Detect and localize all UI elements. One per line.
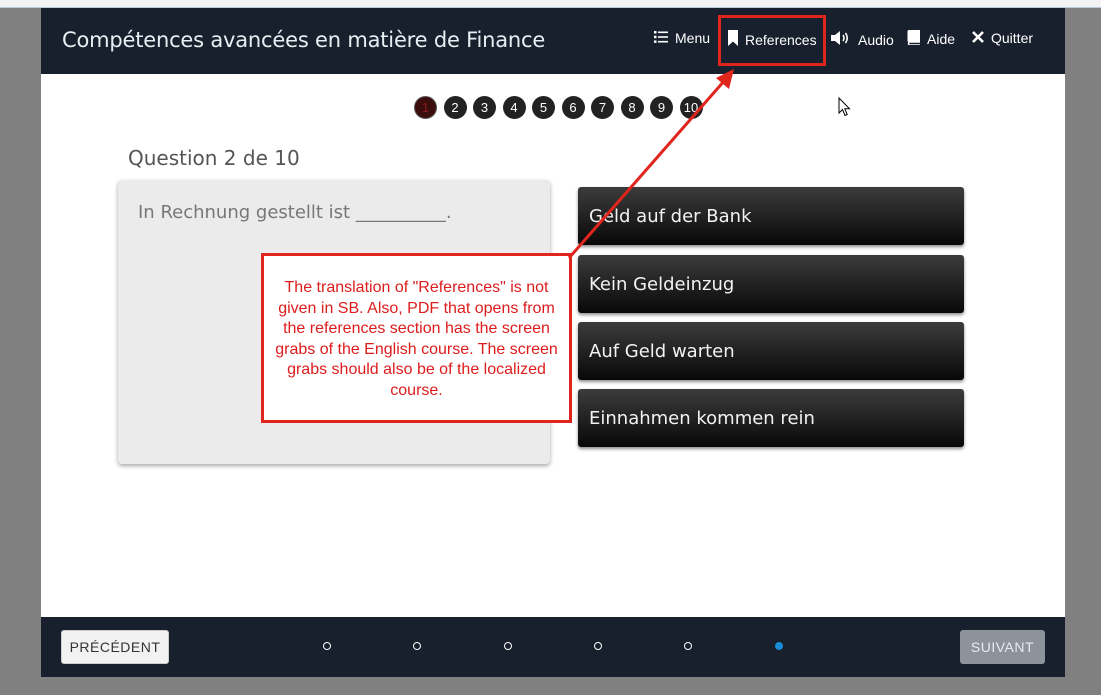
mouse-cursor-icon (838, 96, 851, 122)
annotation-arrow (567, 69, 734, 259)
progress-dot-5 (684, 642, 692, 650)
progress-dot-4 (594, 642, 602, 650)
progress-dot-1 (323, 642, 331, 650)
browser-top-strip (0, 0, 1101, 8)
course-window: Compétences avancées en matière de Finan… (41, 8, 1065, 677)
progress-dot-2 (413, 642, 421, 650)
progress-dot-3 (504, 642, 512, 650)
previous-button[interactable]: PRÉCÉDENT (61, 630, 169, 664)
next-button[interactable]: SUIVANT (960, 630, 1045, 664)
progress-dot-6 (775, 642, 783, 650)
course-footer: PRÉCÉDENT SUIVANT (41, 617, 1065, 677)
